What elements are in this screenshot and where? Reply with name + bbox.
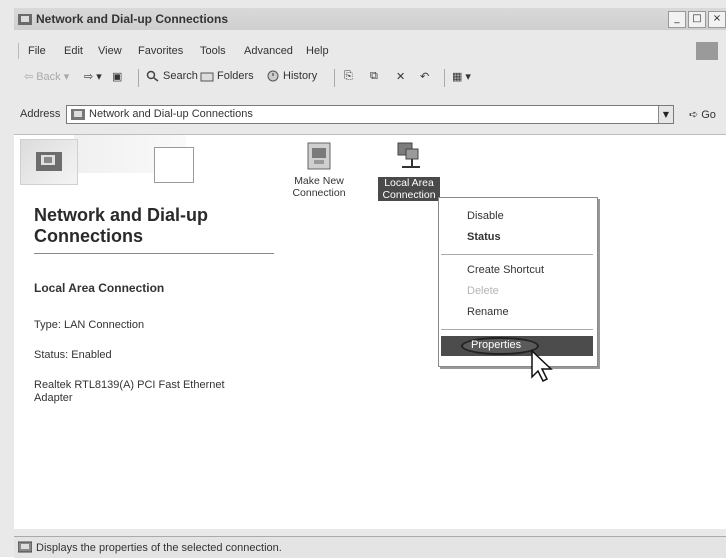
forward-button[interactable]: ⇨ ▾ [84,70,102,83]
network-folder-icon [18,14,32,25]
up-folder-icon: ▣ [112,71,123,83]
back-label: Back [36,70,61,83]
panel-banner-frame [154,147,194,183]
status-bar: Displays the properties of the selected … [14,536,726,558]
history-icon [267,70,279,82]
title-bar: Network and Dial-up Connections _ □ × [14,8,726,30]
window-controls: _ □ × [668,11,726,28]
menu-item-delete: Delete [467,285,499,297]
make-new-connection-label: Make New Connection [292,175,346,199]
search-icon [146,70,159,82]
menu-file[interactable]: File [28,45,46,57]
menubar-grip [18,43,21,59]
menu-help[interactable]: Help [306,45,329,57]
menu-item-create-shortcut[interactable]: Create Shortcut [467,264,544,276]
chevron-down-icon: ▼ [662,110,670,119]
menu-view[interactable]: View [98,45,122,57]
back-button[interactable]: ⇦ Back ▾ [24,70,70,84]
copy-to-icon: ⧉ [370,70,378,82]
panel-title: Network and Dial-up Connections [34,205,209,246]
network-folder-icon [36,152,62,171]
undo-button[interactable]: ↶ [420,70,429,83]
menu-item-status[interactable]: Status [467,231,501,243]
toolbar-separator [334,69,335,87]
status-text: Displays the properties of the selected … [36,542,282,554]
menu-item-disable[interactable]: Disable [467,210,504,222]
chevron-down-icon: ▾ [96,71,102,83]
menu-item-properties[interactable]: Properties [471,339,521,351]
connection-adapter: Realtek RTL8139(A) PCI Fast Ethernet Ada… [34,379,225,404]
search-label: Search [163,70,198,82]
selected-connection-name: Local Area Connection [34,281,165,295]
windows-logo-icon [696,42,718,60]
toolbar: ⇦ Back ▾ ⇨ ▾ ▣ Search Folders History ⎘ … [14,66,726,90]
views-grid-icon: ▦ [452,71,463,83]
close-button[interactable]: × [708,11,726,28]
address-value: Network and Dial-up Connections [89,108,253,120]
go-button[interactable]: ➪ Go [689,108,716,122]
forward-arrow-icon: ⇨ [84,71,94,83]
move-to-icon: ⎘ [344,70,353,82]
folders-label: Folders [217,70,254,82]
views-button[interactable]: ▦ ▾ [452,70,471,83]
make-new-connection-icon [307,142,331,170]
local-area-connection-label: Local Area Connection [378,177,440,201]
network-folder-icon [71,109,85,120]
make-new-connection-item[interactable]: Make New Connection [290,141,348,199]
maximize-button[interactable]: □ [688,11,706,28]
folders-icon [200,72,214,82]
move-to-button[interactable]: ⎘ [344,70,353,83]
chevron-down-icon: ▾ [465,71,471,83]
explorer-window: Network and Dial-up Connections _ □ × Fi… [0,0,726,558]
toolbar-separator [444,69,445,87]
panel-divider [34,253,274,254]
menu-favorites[interactable]: Favorites [138,45,183,57]
delete-x-icon: ✕ [396,71,406,83]
undo-icon: ↶ [420,71,430,83]
menu-item-rename[interactable]: Rename [467,306,509,318]
go-label: Go [701,108,716,121]
window-title: Network and Dial-up Connections [36,12,229,26]
delete-button[interactable]: ✕ [396,70,405,83]
search-button[interactable]: Search [146,70,198,82]
address-bar: Address Network and Dial-up Connections … [14,102,726,126]
history-label: History [283,70,318,82]
chevron-down-icon: ▾ [63,71,70,83]
toolbar-separator [138,69,139,87]
mouse-pointer-icon [531,349,553,383]
context-menu: Disable Status Create Shortcut Delete Re… [438,197,598,367]
menu-advanced[interactable]: Advanced [244,45,293,57]
local-area-connection-item[interactable]: Local Area Connection [378,141,440,201]
menu-bar: File Edit View Favorites Tools Advanced … [14,42,726,62]
menu-separator [441,254,593,255]
connection-type: Type: LAN Connection [34,319,145,331]
minimize-button[interactable]: _ [668,11,686,28]
history-button[interactable]: History [266,70,317,82]
connection-status: Status: Enabled [34,349,112,361]
menu-edit[interactable]: Edit [64,45,83,57]
menu-separator [441,329,593,330]
network-connection-icon [18,541,32,553]
copy-to-button[interactable]: ⧉ [370,70,378,83]
menu-tools[interactable]: Tools [200,45,226,57]
folders-button[interactable]: Folders [200,70,254,82]
address-input[interactable]: Network and Dial-up Connections ▼ [66,105,674,124]
back-arrow-icon: ⇦ [24,71,34,83]
address-dropdown-button[interactable]: ▼ [658,106,673,123]
go-arrow-icon: ➪ [689,109,699,121]
up-folder-button[interactable]: ▣ [112,70,122,83]
details-panel: Network and Dial-up Connections Local Ar… [14,135,276,529]
local-area-connection-icon [397,142,420,168]
address-label: Address [20,108,61,120]
content-area: Network and Dial-up Connections Local Ar… [14,134,726,529]
